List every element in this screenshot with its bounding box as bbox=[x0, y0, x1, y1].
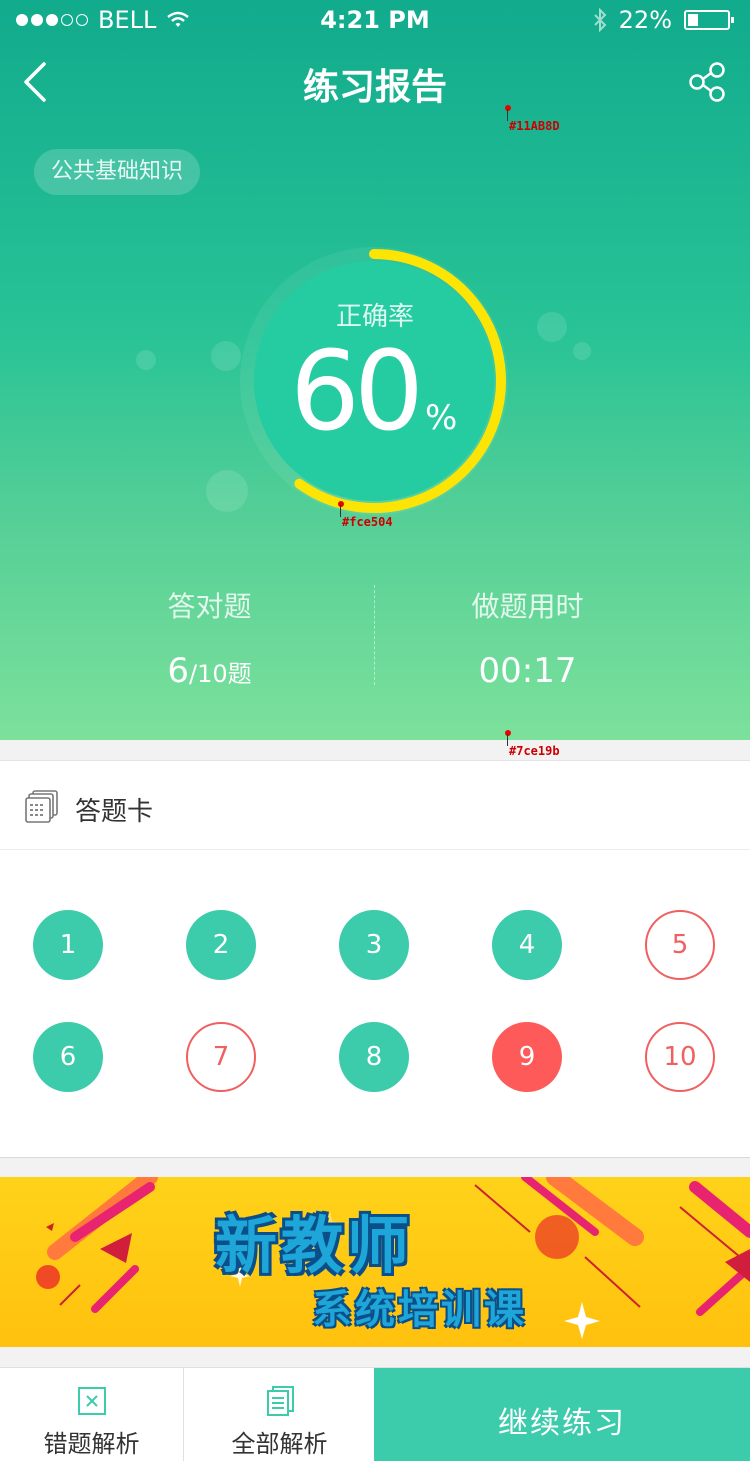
question-3-button[interactable]: 3 bbox=[339, 910, 409, 980]
report-header: BELL 4:21 PM 22% 练习报告 #11AB8D 公共基础知识 正确率… bbox=[0, 0, 750, 740]
color-annotation: #7ce19b bbox=[505, 730, 560, 758]
banner-title: 新教师 bbox=[215, 1209, 414, 1282]
question-4-button[interactable]: 4 bbox=[492, 910, 562, 980]
question-1-button[interactable]: 1 bbox=[33, 910, 103, 980]
time-used-label: 做题用时 bbox=[471, 590, 584, 623]
answer-card-icon bbox=[25, 790, 58, 823]
answer-card-header: 答题卡 bbox=[0, 760, 750, 850]
continue-practice-button[interactable]: 继续练习 bbox=[374, 1368, 750, 1461]
question-6-button[interactable]: 6 bbox=[33, 1022, 103, 1092]
page-title: 练习报告 bbox=[302, 67, 447, 108]
question-10-button[interactable]: 10 bbox=[645, 1022, 715, 1092]
banner-subtitle: 系统培训课 bbox=[312, 1287, 527, 1333]
answer-card-title: 答题卡 bbox=[75, 797, 154, 827]
wrong-analysis-button[interactable]: 错题解析 bbox=[0, 1368, 184, 1461]
subject-tag[interactable]: 公共基础知识 bbox=[34, 149, 201, 195]
time-used-value: 00:17 bbox=[478, 651, 577, 691]
status-bar: BELL 4:21 PM 22% bbox=[0, 0, 750, 40]
wrong-analysis-label: 错题解析 bbox=[43, 1430, 140, 1458]
question-2-button[interactable]: 2 bbox=[186, 910, 256, 980]
document-stack-icon bbox=[266, 1386, 294, 1416]
bubble-decoration bbox=[136, 350, 156, 370]
bubble-decoration bbox=[573, 342, 591, 360]
question-8-button[interactable]: 8 bbox=[339, 1022, 409, 1092]
share-icon[interactable] bbox=[688, 62, 728, 102]
answer-card-grid: 1 2 3 4 5 6 7 8 9 10 bbox=[0, 850, 750, 1158]
bubble-decoration bbox=[211, 341, 241, 371]
bottom-action-bar: 错题解析 全部解析 继续练习 bbox=[0, 1367, 750, 1461]
question-5-button[interactable]: 5 bbox=[645, 910, 715, 980]
continue-practice-label: 继续练习 bbox=[498, 1406, 626, 1441]
color-annotation: #fce504 bbox=[338, 501, 393, 529]
wrong-answer-icon bbox=[77, 1387, 106, 1415]
all-analysis-button[interactable]: 全部解析 bbox=[185, 1368, 374, 1461]
question-9-button[interactable]: 9 bbox=[492, 1022, 562, 1092]
question-7-button[interactable]: 7 bbox=[186, 1022, 256, 1092]
accuracy-unit: % bbox=[425, 398, 458, 438]
all-analysis-label: 全部解析 bbox=[231, 1430, 328, 1458]
color-annotation: #11AB8D bbox=[505, 105, 560, 133]
battery-percent: 22% bbox=[618, 6, 672, 34]
time-used-stat: 做题用时 00:17 bbox=[340, 585, 715, 691]
battery-icon bbox=[684, 10, 734, 30]
promo-banner[interactable]: 新教师 系统培训课 bbox=[0, 1177, 750, 1347]
accuracy-value: 60 bbox=[290, 327, 424, 455]
bluetooth-icon bbox=[593, 8, 607, 32]
